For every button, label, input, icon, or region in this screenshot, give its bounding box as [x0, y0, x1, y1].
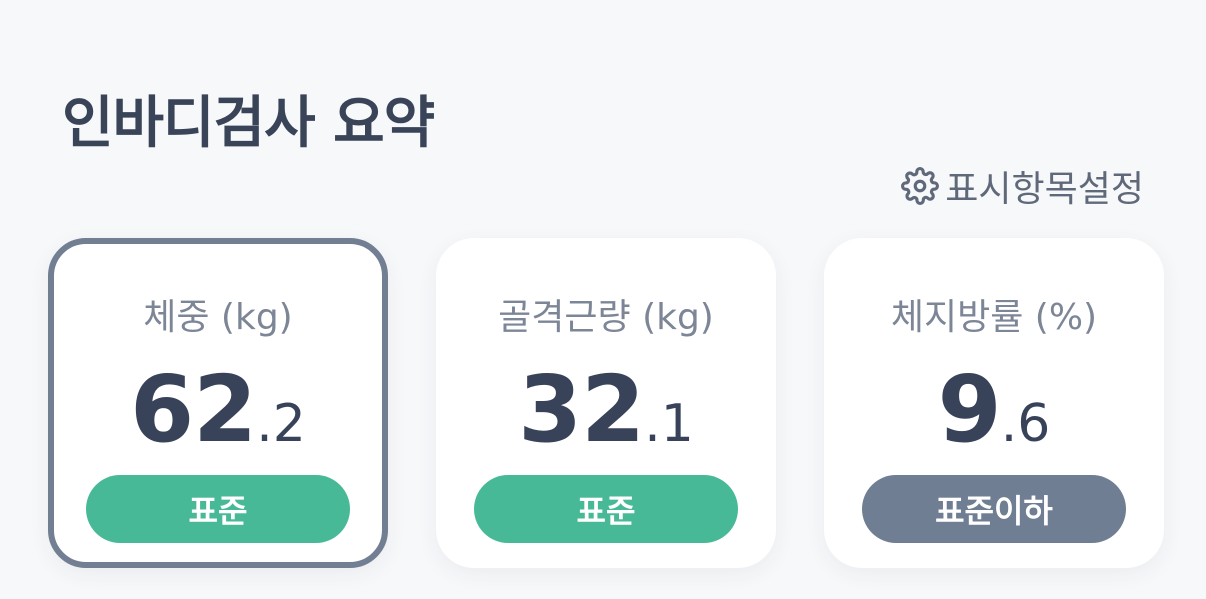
card-skeletal-muscle[interactable]: 골격근량 (kg) 32.1 표준	[436, 238, 776, 568]
card-label: 체중 (kg)	[143, 297, 293, 338]
value-integer: 32	[518, 356, 645, 463]
gear-icon	[901, 167, 940, 205]
value-decimal: .6	[1000, 394, 1051, 454]
card-label: 체지방률 (%)	[890, 297, 1098, 338]
value-integer: 9	[937, 356, 1002, 463]
card-weight[interactable]: 체중 (kg) 62.2 표준	[48, 238, 388, 568]
status-badge: 표준이하	[862, 475, 1126, 543]
status-badge: 표준	[474, 475, 738, 543]
summary-cards: 체중 (kg) 62.2 표준 골격근량 (kg) 32.1 표준 체지방률 (…	[48, 238, 1164, 568]
status-badge: 표준	[86, 475, 350, 543]
card-body-fat[interactable]: 체지방률 (%) 9.6 표준이하	[824, 238, 1164, 568]
display-settings-button[interactable]: 표시항목설정	[901, 160, 1144, 212]
value-decimal: .2	[256, 394, 306, 454]
page-title: 인바디검사 요약	[62, 91, 435, 156]
card-label: 골격근량 (kg)	[498, 297, 714, 338]
card-value: 62.2	[54, 356, 382, 463]
display-settings-label: 표시항목설정	[945, 169, 1144, 210]
card-value: 32.1	[436, 356, 776, 463]
value-decimal: .1	[644, 394, 694, 454]
value-integer: 62	[130, 356, 257, 463]
card-value: 9.6	[824, 356, 1164, 463]
